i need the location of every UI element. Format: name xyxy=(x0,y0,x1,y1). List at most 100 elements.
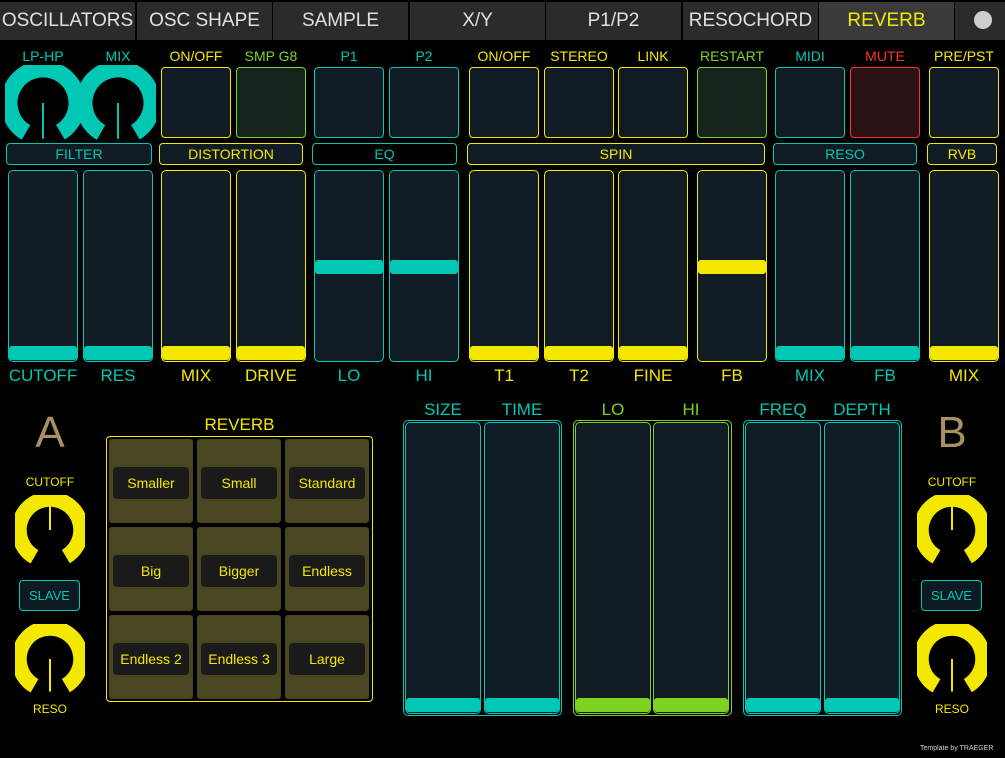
preset-endless-2-button[interactable]: Endless 2 xyxy=(113,643,189,675)
bottom-fader-label-hi: HI xyxy=(682,400,700,419)
fader-handle[interactable] xyxy=(930,346,998,360)
side-side_b-cutoff-knob[interactable] xyxy=(913,491,991,569)
fader-fb-11[interactable] xyxy=(850,170,920,362)
toggle-mute[interactable] xyxy=(850,67,920,138)
fader-handle[interactable] xyxy=(315,260,383,274)
fader-drive-3[interactable] xyxy=(236,170,306,362)
tab-resochord[interactable]: RESOCHORD xyxy=(683,2,818,40)
bottom-fader-label-size: SIZE xyxy=(424,400,462,419)
fader-label-mix-12: MIX xyxy=(948,366,980,385)
fader-fine-8[interactable] xyxy=(618,170,688,362)
bottom-fader-label-depth: DEPTH xyxy=(833,400,891,419)
fader-handle[interactable] xyxy=(776,346,844,360)
preset-standard-button[interactable]: Standard xyxy=(289,467,365,499)
knob-lphp[interactable] xyxy=(0,60,86,146)
preset-smaller-button[interactable]: Smaller xyxy=(113,467,189,499)
group-distortion: DISTORTION xyxy=(159,143,303,165)
fader-handle[interactable] xyxy=(470,346,538,360)
knob-mix[interactable] xyxy=(75,60,161,146)
toggle-pre-pst[interactable] xyxy=(929,67,999,138)
fader-label-fb-11: FB xyxy=(874,366,896,385)
fader-label-mix-2: MIX xyxy=(180,366,212,385)
preset-big-button[interactable]: Big xyxy=(113,555,189,587)
fader-label-cutoff-0: CUTOFF xyxy=(8,366,78,385)
tab-oscillators[interactable]: OSCILLATORS xyxy=(0,2,135,40)
fader-mix-10[interactable] xyxy=(775,170,845,362)
tab-p1-p2[interactable]: P1/P2 xyxy=(546,2,681,40)
fader-handle[interactable] xyxy=(162,346,230,360)
fader-handle[interactable] xyxy=(698,260,766,274)
fader-fb-9[interactable] xyxy=(697,170,767,362)
toggle-smp-g8[interactable] xyxy=(236,67,306,138)
tab-osc-shape[interactable]: OSC SHAPE xyxy=(137,2,272,40)
toggle-on-off[interactable] xyxy=(161,67,231,138)
tab-reverb[interactable]: REVERB xyxy=(819,2,954,40)
preset-small-button[interactable]: Small xyxy=(201,467,277,499)
toggle-stereo[interactable] xyxy=(544,67,614,138)
knob-label-mix: MIX xyxy=(105,48,131,64)
fader-handle[interactable] xyxy=(545,346,613,360)
btn-label-0: ON/OFF xyxy=(169,48,223,64)
preset-endless-3-button[interactable]: Endless 3 xyxy=(201,643,277,675)
fader-mix-12[interactable] xyxy=(929,170,999,362)
group-eq: EQ xyxy=(312,143,457,165)
fader-hi-5[interactable] xyxy=(389,170,459,362)
preset-cell[interactable]: Endless 3 xyxy=(197,615,281,699)
fader-handle[interactable] xyxy=(619,346,687,360)
fader-handle[interactable] xyxy=(84,346,152,360)
btn-label-10: PRE/PST xyxy=(934,48,994,64)
toggle-link[interactable] xyxy=(618,67,688,138)
preset-bigger-button[interactable]: Bigger xyxy=(201,555,277,587)
fader-t2-7[interactable] xyxy=(544,170,614,362)
btn-label-8: MIDI xyxy=(795,48,825,64)
toggle-midi[interactable] xyxy=(775,67,845,138)
preset-cell[interactable]: Standard xyxy=(285,439,369,523)
knob-label-lphp: LP-HP xyxy=(22,48,64,64)
fader-t1-6[interactable] xyxy=(469,170,539,362)
fader-lo-4[interactable] xyxy=(314,170,384,362)
fader-label-res-1: RES xyxy=(100,366,136,385)
preset-cell[interactable]: Bigger xyxy=(197,527,281,611)
fader-handle[interactable] xyxy=(9,346,77,360)
preset-cell[interactable]: Endless 2 xyxy=(109,615,193,699)
tab-bar: OSCILLATORS OSC SHAPE SAMPLE X/Y P1/P2 RESOCH… xyxy=(0,0,1005,41)
fader-mix-2[interactable] xyxy=(161,170,231,362)
preset-cell[interactable]: Endless xyxy=(285,527,369,611)
tab-sample[interactable]: SAMPLE xyxy=(273,2,408,40)
credit-text: Template by TRAEGER xyxy=(920,745,994,752)
fader-handle[interactable] xyxy=(390,260,458,274)
side-side_a-reso-knob[interactable] xyxy=(11,620,89,698)
fader-handle[interactable] xyxy=(237,346,305,360)
side-side_b-slave-button[interactable]: SLAVE xyxy=(921,580,982,611)
toggle-p2[interactable] xyxy=(389,67,459,138)
toggle-restart[interactable] xyxy=(697,67,767,138)
side-side_a-knob1-label: CUTOFF xyxy=(25,475,75,489)
preset-cell[interactable]: Smaller xyxy=(109,439,193,523)
fader-handle[interactable] xyxy=(851,346,919,360)
side-side_a-cutoff-knob[interactable] xyxy=(11,491,89,569)
fader-label-t2-7: T2 xyxy=(569,366,589,385)
side-side_b-knob2-label: RESO xyxy=(934,702,969,716)
fader-cutoff-0[interactable] xyxy=(8,170,78,362)
fader-label-t1-6: T1 xyxy=(494,366,514,385)
fader-label-lo-4: LO xyxy=(337,366,361,385)
preset-endless-button[interactable]: Endless xyxy=(289,555,365,587)
toggle-on-off[interactable] xyxy=(469,67,539,138)
side-side_b-knob1-label: CUTOFF xyxy=(927,475,977,489)
toggle-p1[interactable] xyxy=(314,67,384,138)
side-side_b-reso-knob[interactable] xyxy=(913,620,991,698)
btn-label-9: MUTE xyxy=(865,48,905,64)
bottom-fader-label-time: TIME xyxy=(501,400,543,419)
record-dot-icon[interactable] xyxy=(974,11,992,29)
size-group-outline xyxy=(403,420,562,716)
reverb-title: REVERB xyxy=(204,415,275,434)
btn-label-1: SMP G8 xyxy=(244,48,298,64)
preset-cell[interactable]: Small xyxy=(197,439,281,523)
preset-cell[interactable]: Big xyxy=(109,527,193,611)
tab-x-y[interactable]: X/Y xyxy=(410,2,545,40)
side-side_a-slave-button[interactable]: SLAVE xyxy=(19,580,80,611)
preset-cell[interactable]: Large xyxy=(285,615,369,699)
preset-large-button[interactable]: Large xyxy=(289,643,365,675)
fader-res-1[interactable] xyxy=(83,170,153,362)
fader-label-mix-10: MIX xyxy=(794,366,826,385)
